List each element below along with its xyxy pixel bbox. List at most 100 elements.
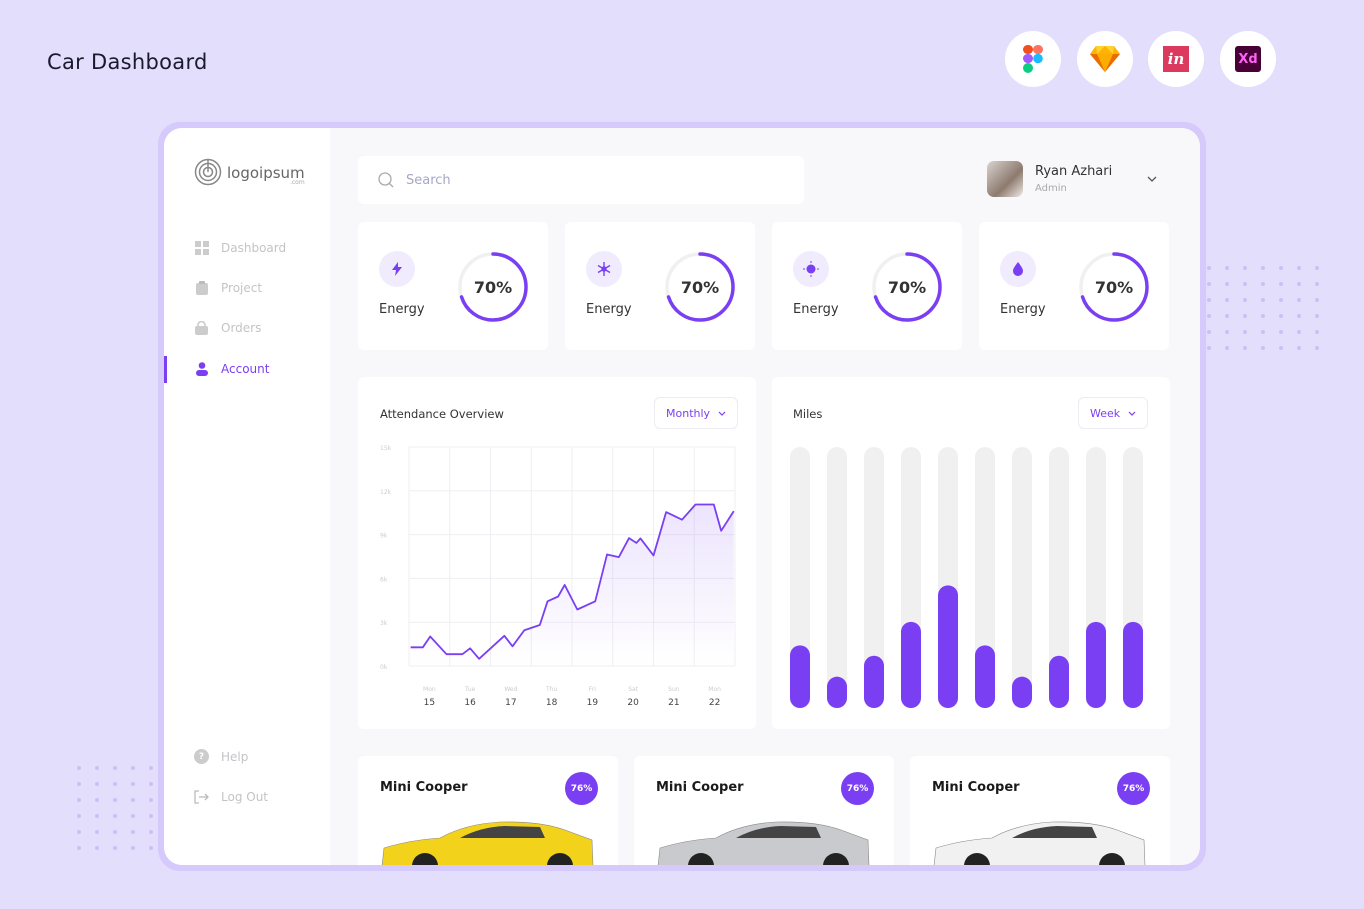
x-tick-day: Sat (628, 686, 638, 693)
snowflake-icon (586, 251, 622, 287)
y-tick-label: 3k (380, 620, 388, 627)
bar-track (1012, 447, 1032, 708)
bar (827, 676, 847, 708)
stat-label: Energy (1000, 302, 1046, 317)
lightning-icon (379, 251, 415, 287)
stat-value: 70% (680, 277, 720, 297)
invision-icon: in (1163, 46, 1189, 72)
sidebar-item-label: Account (221, 361, 270, 376)
x-tick-date: 16 (464, 698, 476, 708)
sidebar-item-project[interactable]: Project (194, 280, 262, 295)
car-image (657, 821, 870, 865)
adobe-xd-icon: Xd (1235, 46, 1261, 72)
logo-subtext: .com (289, 178, 305, 186)
stat-value: 70% (887, 277, 927, 297)
bar (1086, 621, 1106, 708)
stat-label: Energy (586, 302, 632, 317)
sidebar: logoipsum .com Dashboard Project Orders … (164, 128, 330, 865)
sun-icon (793, 251, 829, 287)
car-badge: 76% (841, 772, 874, 805)
car-image (933, 821, 1146, 865)
sidebar-item-label: Project (221, 280, 263, 295)
bar (975, 645, 995, 708)
bar (864, 655, 884, 708)
car-name: Mini Cooper (932, 780, 1020, 795)
figma-button[interactable] (1005, 31, 1061, 87)
user-icon (194, 361, 209, 376)
sidebar-item-label: Help (221, 749, 249, 764)
bar (1049, 655, 1069, 708)
bar (901, 621, 921, 708)
user-role: Admin (1035, 183, 1067, 194)
x-tick-day: Mon (423, 686, 436, 693)
attendance-panel: Attendance Overview Monthly 15k 12k 9k 6k 3k… (358, 377, 756, 729)
attendance-chart: 15k 12k 9k 6k 3k 0k Mon 15 Tue 16 Wed 17 Thu 18 Fri 19 S… (380, 445, 736, 708)
car-name: Mini Cooper (380, 780, 468, 795)
stat-card: Energy 70% (565, 222, 755, 350)
sidebar-item-account[interactable]: Account (194, 361, 269, 376)
x-tick-date: 17 (505, 698, 516, 708)
bar-track (827, 447, 847, 708)
miles-panel: Miles Week (772, 377, 1170, 729)
stat-card: Energy 70% (772, 222, 962, 350)
x-tick-date: 20 (627, 698, 639, 708)
xd-button[interactable]: Xd (1220, 31, 1276, 87)
car-card[interactable]: Mini Cooper 76% (634, 756, 894, 865)
x-tick-date: 15 (424, 698, 435, 708)
chevron-down-icon[interactable] (1147, 176, 1157, 182)
page-title: Car Dashboard (47, 50, 208, 74)
y-tick-label: 9k (380, 533, 388, 540)
help-icon: ? (194, 749, 209, 764)
drop-icon (1000, 251, 1036, 287)
stat-value: 70% (473, 277, 513, 297)
sidebar-item-orders[interactable]: Orders (194, 320, 261, 335)
car-badge: 76% (1117, 772, 1150, 805)
x-tick-day: Thu (545, 686, 557, 693)
sidebar-item-logout[interactable]: Log Out (194, 789, 268, 804)
x-tick-day: Fri (589, 686, 596, 693)
bag-icon (194, 320, 209, 335)
sidebar-item-dashboard[interactable]: Dashboard (194, 240, 286, 255)
x-tick-day: Sun (668, 686, 680, 693)
x-tick-date: 21 (668, 698, 679, 708)
y-tick-label: 0k (380, 664, 388, 671)
stat-card: Energy 70% (358, 222, 548, 350)
logo: logoipsum .com (194, 158, 305, 186)
search-placeholder: Search (406, 172, 451, 188)
car-image (381, 821, 594, 865)
car-card[interactable]: Mini Cooper 76% (910, 756, 1170, 865)
car-name: Mini Cooper (656, 780, 744, 795)
y-tick-label: 12k (380, 489, 392, 496)
decorative-dots (1207, 266, 1321, 350)
logout-icon (194, 789, 209, 804)
car-card[interactable]: Mini Cooper 76% (358, 756, 618, 865)
x-tick-day: Wed (504, 686, 517, 693)
car-badge: 76% (565, 772, 598, 805)
invision-button[interactable]: in (1148, 31, 1204, 87)
active-indicator (164, 356, 167, 383)
clipboard-icon (194, 280, 209, 295)
x-tick-day: Tue (464, 686, 476, 693)
sketch-icon (1090, 46, 1120, 72)
x-tick-date: 22 (709, 698, 720, 708)
sketch-button[interactable] (1077, 31, 1133, 87)
search-icon (378, 172, 394, 188)
avatar (987, 161, 1023, 197)
x-tick-day: Mon (708, 686, 721, 693)
bar (790, 645, 810, 708)
figma-icon (1023, 45, 1043, 73)
x-tick-date: 18 (546, 698, 558, 708)
sidebar-item-label: Dashboard (221, 240, 287, 255)
logo-icon (194, 158, 222, 186)
y-tick-label: 6k (380, 576, 388, 583)
user-menu[interactable]: Ryan Azhari Admin (987, 161, 1157, 197)
stat-label: Energy (793, 302, 839, 317)
app-window: logoipsum .com Dashboard Project Orders … (164, 128, 1200, 865)
search-input[interactable]: Search (358, 156, 804, 204)
sidebar-item-help[interactable]: ? Help (194, 749, 248, 764)
sidebar-item-label: Log Out (221, 789, 269, 804)
sidebar-item-label: Orders (221, 320, 262, 335)
x-tick-date: 19 (587, 698, 599, 708)
miles-chart (790, 447, 1143, 708)
stat-card: Energy 70% (979, 222, 1169, 350)
